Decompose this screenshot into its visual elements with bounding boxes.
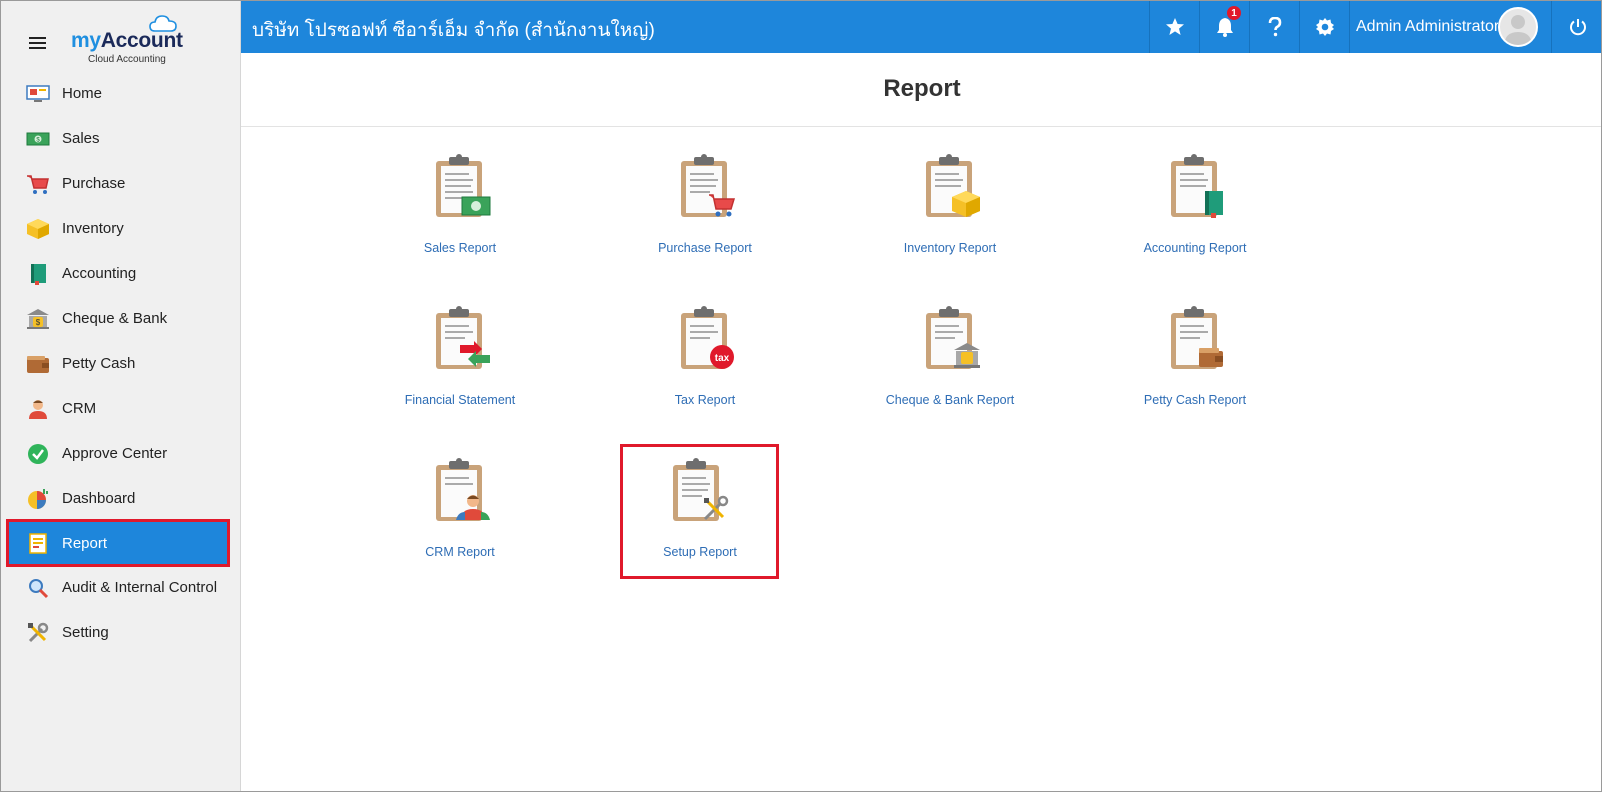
sidebar-item-label: Report	[62, 534, 108, 552]
money-icon: $	[26, 127, 50, 151]
sidebar-item-report[interactable]: Report	[6, 519, 230, 567]
setup-report-icon	[673, 458, 729, 521]
sidebar-item-label: Sales	[62, 130, 100, 147]
sidebar-item-dashboard[interactable]: Dashboard	[1, 476, 240, 521]
sidebar-item-label: Approve Center	[62, 445, 168, 462]
cart-icon	[26, 172, 50, 196]
favorites-button[interactable]	[1149, 1, 1199, 53]
tile-label: CRM Report	[425, 545, 495, 559]
main-content: Report Sales Report Purchase Report Inve…	[241, 53, 1601, 791]
sidebar-item-label: Dashboard	[62, 490, 136, 507]
bank-icon: $	[26, 307, 50, 331]
sidebar-item-label: CRM	[62, 400, 97, 417]
sidebar-header: myAccount Cloud Accounting	[1, 1, 240, 71]
sidebar-item-sales[interactable]: $ Sales	[1, 116, 240, 161]
logo-text: myAccount	[71, 29, 183, 52]
check-icon	[26, 442, 50, 466]
tile-cheque-bank-report[interactable]: Cheque & Bank Report	[872, 305, 1028, 435]
sidebar-item-label: Cheque & Bank	[62, 310, 168, 327]
magnifier-icon	[26, 576, 50, 600]
tile-label: Setup Report	[663, 545, 737, 559]
sidebar-item-accounting[interactable]: Accounting	[1, 251, 240, 296]
tile-label: Financial Statement	[404, 393, 516, 407]
crm-report-icon	[436, 458, 490, 521]
notifications-button[interactable]: 1	[1199, 1, 1249, 53]
sidebar-item-cheque-bank[interactable]: $ Cheque & Bank	[1, 296, 240, 341]
financial-statement-icon	[436, 306, 490, 369]
sidebar-item-purchase[interactable]: Purchase	[1, 161, 240, 206]
title-divider	[241, 126, 1601, 127]
tile-purchase-report[interactable]: Purchase Report	[627, 153, 783, 283]
help-icon	[1268, 17, 1281, 37]
home-icon	[26, 82, 50, 106]
sidebar-item-label: Audit & Internal Control	[62, 579, 218, 596]
sidebar-item-petty-cash[interactable]: Petty Cash	[1, 341, 240, 386]
svg-text:tax: tax	[715, 353, 730, 364]
star-icon	[1165, 18, 1184, 35]
logo-subtitle: Cloud Accounting	[88, 54, 166, 65]
hamburger-menu-icon[interactable]	[29, 37, 46, 50]
tile-label: Tax Report	[674, 393, 736, 407]
purchase-report-icon	[681, 154, 736, 217]
help-button[interactable]	[1249, 1, 1299, 53]
page-title: Report	[883, 75, 961, 102]
top-bar: บริษัท โปรซอฟท์ ซีอาร์เอ็ม จำกัด (สำนักง…	[241, 1, 1601, 53]
report-icon	[26, 531, 50, 555]
box-icon	[26, 217, 50, 241]
wallet-icon	[26, 352, 50, 376]
sidebar-item-label: Inventory	[62, 220, 124, 237]
app-window: myAccount Cloud Accounting Home $ Sales	[0, 0, 1602, 792]
tile-tax-report[interactable]: tax Tax Report	[627, 305, 783, 435]
sidebar-item-crm[interactable]: CRM	[1, 386, 240, 431]
tile-label: Cheque & Bank Report	[885, 393, 1015, 407]
book-icon	[26, 262, 50, 286]
petty-cash-report-icon	[1171, 306, 1223, 369]
app-logo[interactable]: myAccount Cloud Accounting	[71, 15, 191, 65]
sidebar-item-home[interactable]: Home	[1, 71, 240, 116]
tile-accounting-report[interactable]: Accounting Report	[1117, 153, 1273, 283]
accounting-report-icon	[1171, 154, 1223, 218]
tile-sales-report[interactable]: Sales Report	[382, 153, 538, 283]
sidebar-item-label: Purchase	[62, 175, 126, 192]
sidebar-item-label: Setting	[62, 624, 109, 641]
sidebar-item-approve-center[interactable]: Approve Center	[1, 431, 240, 476]
power-icon	[1569, 19, 1586, 36]
sidebar-item-label: Home	[62, 85, 103, 102]
sidebar-item-inventory[interactable]: Inventory	[1, 206, 240, 251]
top-bar-actions: 1 Admin Administrator	[1149, 1, 1601, 53]
bell-icon	[1216, 18, 1233, 37]
people-icon	[26, 397, 50, 421]
cheque-bank-report-icon	[926, 306, 980, 369]
tile-petty-cash-report[interactable]: Petty Cash Report	[1117, 305, 1273, 435]
logout-button[interactable]	[1551, 1, 1601, 53]
tile-label: Sales Report	[423, 241, 497, 255]
pie-chart-icon	[26, 487, 50, 511]
sidebar-item-setting[interactable]: Setting	[1, 610, 240, 655]
tile-label: Inventory Report	[903, 241, 997, 255]
tile-label: Petty Cash Report	[1143, 393, 1247, 407]
tile-financial-statement[interactable]: Financial Statement	[382, 305, 538, 435]
inventory-report-icon	[926, 154, 980, 217]
tile-setup-report[interactable]: Setup Report	[620, 444, 779, 579]
tools-icon	[26, 621, 50, 645]
avatar[interactable]	[1498, 7, 1538, 47]
user-name: Admin Administrator	[1356, 18, 1498, 35]
notification-badge: 1	[1227, 6, 1241, 20]
sidebar-item-audit[interactable]: Audit & Internal Control	[1, 565, 240, 610]
sidebar: myAccount Cloud Accounting Home $ Sales	[1, 1, 241, 791]
tile-label: Purchase Report	[658, 241, 752, 255]
tax-report-icon: tax	[681, 306, 734, 369]
sidebar-item-label: Accounting	[62, 265, 137, 282]
sidebar-nav: Home $ Sales Purchase Inventory Accounti…	[1, 71, 240, 655]
user-menu[interactable]: Admin Administrator	[1349, 1, 1551, 53]
settings-button[interactable]	[1299, 1, 1349, 53]
sidebar-item-label: Petty Cash	[62, 355, 136, 372]
svg-text:$: $	[36, 318, 41, 327]
tile-inventory-report[interactable]: Inventory Report	[872, 153, 1028, 283]
gear-icon	[1315, 18, 1334, 36]
tile-crm-report[interactable]: CRM Report	[382, 457, 538, 587]
tile-label: Accounting Report	[1143, 241, 1247, 255]
company-name: บริษัท โปรซอฟท์ ซีอาร์เอ็ม จำกัด (สำนักง…	[252, 20, 655, 41]
sales-report-icon	[436, 154, 491, 217]
